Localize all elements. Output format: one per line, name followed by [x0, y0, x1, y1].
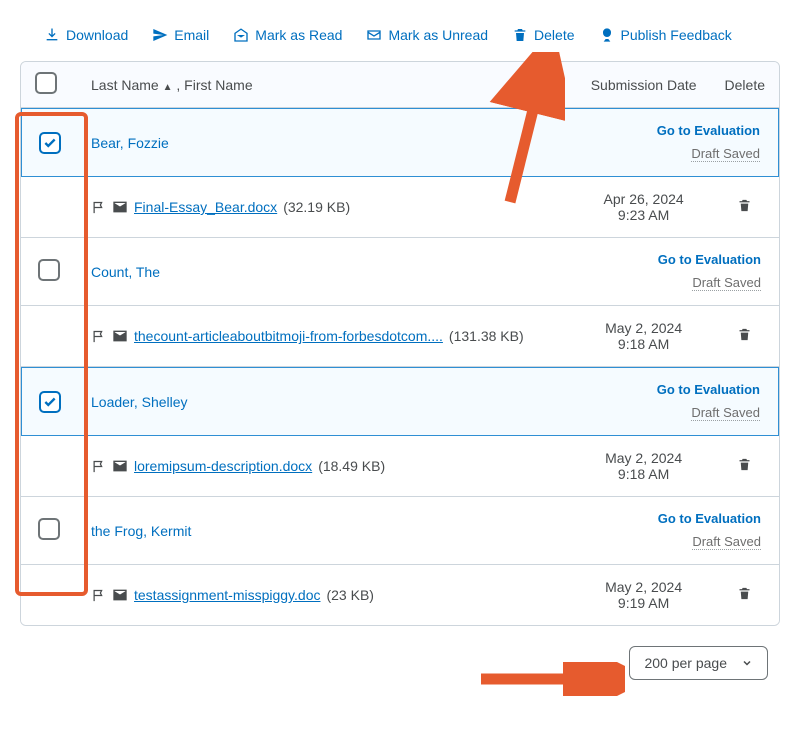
row-checkbox[interactable] — [38, 518, 60, 540]
submission-time: 9:19 AM — [591, 595, 697, 611]
mark-read-label: Mark as Read — [255, 27, 342, 43]
flag-icon[interactable] — [91, 588, 106, 603]
envelope-icon[interactable] — [112, 588, 128, 602]
column-header-submission-date[interactable]: Submission Date — [577, 62, 711, 108]
mark-unread-button[interactable]: Mark as Unread — [366, 27, 488, 43]
mark-read-button[interactable]: Mark as Read — [233, 27, 342, 43]
trash-icon — [737, 586, 752, 601]
student-name-link[interactable]: Bear, Fozzie — [91, 135, 169, 151]
go-to-evaluation-link[interactable]: Go to Evaluation — [657, 123, 760, 138]
delete-submission-button[interactable] — [737, 459, 752, 475]
flag-icon[interactable] — [91, 459, 106, 474]
submission-time: 9:18 AM — [591, 466, 697, 482]
submission-file-link[interactable]: thecount-articleaboutbitmoji-from-forbes… — [134, 328, 443, 344]
draft-saved-label: Draft Saved — [691, 146, 760, 162]
column-header-delete: Delete — [711, 62, 779, 108]
chevron-down-icon — [741, 657, 753, 669]
submission-file-size: (18.49 KB) — [318, 458, 385, 474]
flag-icon[interactable] — [91, 329, 106, 344]
submission-date: May 2, 2024 — [591, 320, 697, 336]
submission-file-size: (23 KB) — [326, 587, 373, 603]
student-name-link[interactable]: Loader, Shelley — [91, 394, 188, 410]
trash-icon — [737, 198, 752, 213]
download-button[interactable]: Download — [44, 27, 128, 43]
submission-file-link[interactable]: Final-Essay_Bear.docx — [134, 199, 277, 215]
mark-unread-label: Mark as Unread — [388, 27, 488, 43]
go-to-evaluation-link[interactable]: Go to Evaluation — [657, 382, 760, 397]
submission-file-size: (131.38 KB) — [449, 328, 524, 344]
email-label: Email — [174, 27, 209, 43]
submission-date: May 2, 2024 — [591, 579, 697, 595]
student-name-link[interactable]: Count, The — [91, 264, 160, 280]
publish-feedback-icon — [599, 27, 615, 43]
delete-submission-button[interactable] — [737, 200, 752, 216]
submission-time: 9:23 AM — [591, 207, 697, 223]
download-label: Download — [66, 27, 128, 43]
envelope-icon[interactable] — [112, 200, 128, 214]
toolbar: Download Email Mark as Read Mark as Unre… — [20, 15, 780, 61]
submissions-table: Last Name ▲ , First Name Submission Date… — [20, 61, 780, 626]
publish-feedback-button[interactable]: Publish Feedback — [599, 27, 732, 43]
row-checkbox[interactable] — [38, 259, 60, 281]
download-icon — [44, 27, 60, 43]
submission-file-link[interactable]: testassignment-misspiggy.doc — [134, 587, 320, 603]
paper-plane-icon — [152, 27, 168, 43]
student-name-link[interactable]: the Frog, Kermit — [91, 523, 191, 539]
submission-date: May 2, 2024 — [591, 450, 697, 466]
go-to-evaluation-link[interactable]: Go to Evaluation — [658, 252, 761, 267]
select-all-checkbox[interactable] — [35, 72, 57, 94]
envelope-open-icon — [233, 27, 249, 43]
submission-date: Apr 26, 2024 — [591, 191, 697, 207]
per-page-label: 200 per page — [644, 655, 727, 671]
email-button[interactable]: Email — [152, 27, 209, 43]
envelope-icon[interactable] — [112, 329, 128, 343]
delete-button[interactable]: Delete — [512, 27, 574, 43]
publish-feedback-label: Publish Feedback — [621, 27, 732, 43]
trash-icon — [512, 27, 528, 43]
flag-icon[interactable] — [91, 200, 106, 215]
draft-saved-label: Draft Saved — [692, 275, 761, 291]
per-page-selector[interactable]: 200 per page — [629, 646, 768, 680]
delete-submission-button[interactable] — [737, 329, 752, 345]
column-header-name[interactable]: Last Name ▲ , First Name — [77, 62, 577, 108]
go-to-evaluation-link[interactable]: Go to Evaluation — [658, 511, 761, 526]
sort-asc-icon: ▲ — [163, 82, 173, 93]
draft-saved-label: Draft Saved — [692, 534, 761, 550]
submission-time: 9:18 AM — [591, 336, 697, 352]
submission-file-link[interactable]: loremipsum-description.docx — [134, 458, 312, 474]
delete-label: Delete — [534, 27, 574, 43]
submission-file-size: (32.19 KB) — [283, 199, 350, 215]
row-checkbox[interactable] — [39, 391, 61, 413]
envelope-icon — [366, 27, 382, 43]
trash-icon — [737, 457, 752, 472]
delete-submission-button[interactable] — [737, 588, 752, 604]
draft-saved-label: Draft Saved — [691, 405, 760, 421]
trash-icon — [737, 327, 752, 342]
row-checkbox[interactable] — [39, 132, 61, 154]
envelope-icon[interactable] — [112, 459, 128, 473]
